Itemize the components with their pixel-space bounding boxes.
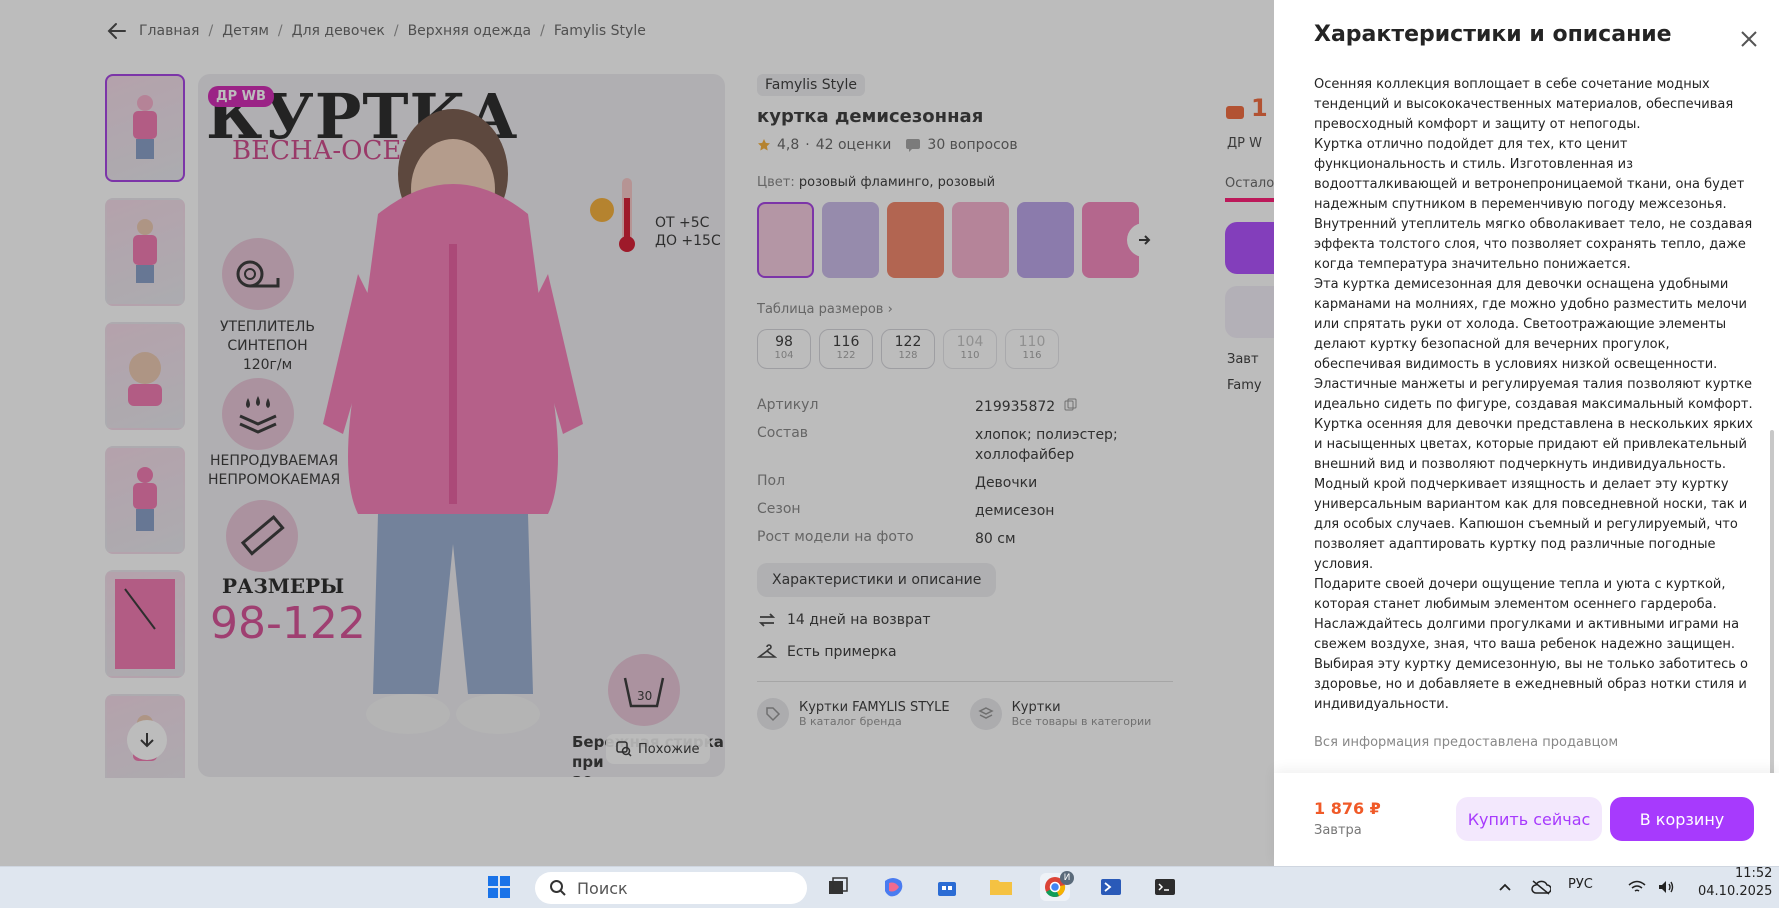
footer-price: 1 876 ₽: [1314, 799, 1381, 818]
volume-icon[interactable]: [1652, 873, 1682, 901]
chevron-up-icon[interactable]: [1490, 873, 1520, 901]
description-paragraph: Осенняя коллекция воплощает в себе сочет…: [1314, 77, 1734, 132]
windows-taskbar: Поиск И РУС 11:52 04.10.2025: [0, 866, 1779, 908]
powershell-icon[interactable]: [1096, 873, 1126, 901]
copilot-icon[interactable]: [878, 873, 908, 901]
clock-time: 11:52: [1734, 866, 1773, 881]
panel-title: Характеристики и описание: [1314, 22, 1672, 47]
panel-description: Осенняя коллекция воплощает в себе сочет…: [1314, 75, 1754, 715]
store-icon[interactable]: [932, 873, 962, 901]
add-to-cart-button[interactable]: В корзину: [1610, 797, 1754, 841]
product-page: Главная / Детям / Для девочек / Верхняя оде…: [0, 0, 1779, 866]
clock-date: 04.10.2025: [1698, 884, 1773, 899]
chrome-icon[interactable]: И: [1040, 871, 1074, 901]
taskbar-search[interactable]: Поиск: [535, 872, 807, 904]
description-paragraph: Куртка осенняя для девочки представлена …: [1314, 417, 1753, 572]
buy-now-button[interactable]: Купить сейчас: [1456, 797, 1602, 841]
description-paragraph: Эта куртка демисезонная для девочки осна…: [1314, 277, 1753, 412]
footer-delivery: Завтра: [1314, 823, 1362, 838]
panel-scrollbar[interactable]: [1770, 430, 1774, 775]
terminal-icon[interactable]: [1150, 873, 1180, 901]
wifi-icon[interactable]: [1622, 873, 1652, 901]
panel-footer: 1 876 ₽ Завтра Купить сейчас В корзину: [1274, 773, 1779, 866]
task-view-icon[interactable]: [823, 873, 853, 901]
description-paragraph: Куртка отлично подойдет для тех, кто цен…: [1314, 137, 1753, 272]
system-clock[interactable]: 11:52 04.10.2025: [1698, 865, 1772, 901]
search-placeholder: Поиск: [577, 878, 628, 898]
windows-start-icon[interactable]: [484, 873, 514, 901]
language-indicator[interactable]: РУС: [1568, 877, 1593, 892]
cloud-sync-icon[interactable]: [1526, 873, 1556, 901]
modal-backdrop[interactable]: [0, 0, 1274, 866]
seller-note: Вся информация предоставлена продавцом: [1314, 735, 1619, 750]
close-icon[interactable]: [1738, 28, 1760, 50]
search-icon: [550, 880, 566, 896]
chrome-profile-badge: И: [1060, 871, 1074, 885]
characteristics-panel: Характеристики и описание Осенняя коллек…: [1274, 0, 1779, 866]
file-explorer-icon[interactable]: [986, 873, 1016, 901]
description-paragraph: Подарите своей дочери ощущение тепла и у…: [1314, 577, 1749, 712]
